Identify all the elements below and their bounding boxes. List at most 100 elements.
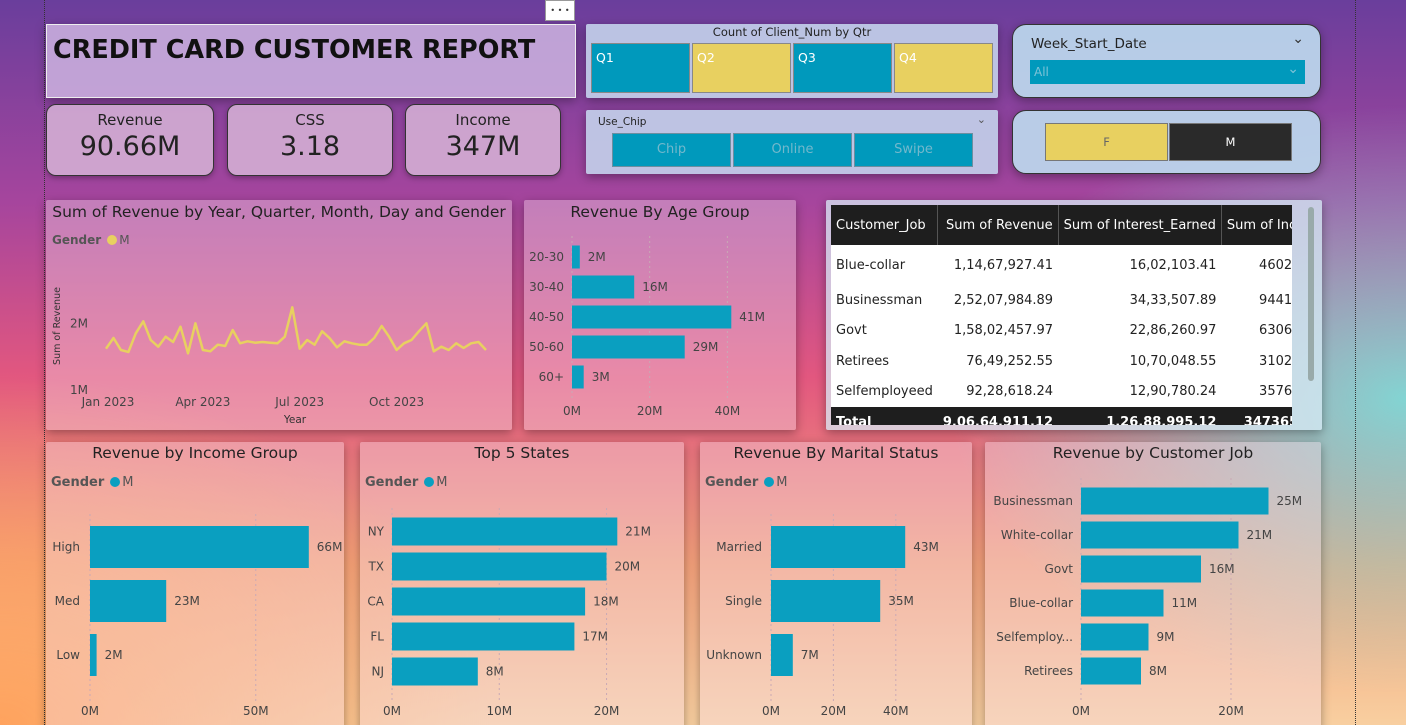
revenue-series-line xyxy=(104,306,487,355)
gender-button-f[interactable]: F xyxy=(1045,123,1168,161)
table-cell: 1,14,67,927.41 xyxy=(953,257,1054,273)
table-cell: Total xyxy=(836,414,872,426)
income-bar-plot: High 66M Med 23M Low 2M 0M 50M xyxy=(52,514,342,718)
left-guide-line xyxy=(44,0,45,725)
data-label: 21M xyxy=(625,525,651,539)
more-options-button[interactable]: • • • xyxy=(545,0,575,21)
table-cell: 94417652 xyxy=(1259,292,1292,308)
data-label: 9M xyxy=(1157,630,1175,644)
x-tick-label: 50M xyxy=(243,704,269,718)
custjob-bar-plot: Businessman 25M White-collar 21M Govt 16M Blue… xyxy=(993,478,1303,718)
table-cell: 63066674 xyxy=(1259,323,1292,339)
table-cell: 2,52,07,984.89 xyxy=(953,292,1054,308)
customer-job-chart[interactable]: Revenue by Customer Job Businessman 25M Wh… xyxy=(985,442,1321,725)
table-cell: 31022358 xyxy=(1259,353,1292,369)
qtr-button-q4[interactable]: Q4 xyxy=(894,43,993,93)
kpi-card-revenue: Revenue 90.66M xyxy=(46,104,214,176)
x-tick-label: 10M xyxy=(486,704,512,718)
qtr-button-q3[interactable]: Q3 xyxy=(793,43,892,93)
table-cell: 347365143 xyxy=(1243,414,1292,426)
category-label: Single xyxy=(725,594,762,608)
category-label: NY xyxy=(368,525,385,539)
table-cell: Blue-collar xyxy=(836,257,906,273)
revenue-line-chart[interactable]: Sum of Revenue by Year, Quarter, Month, … xyxy=(46,200,512,430)
kpi-label: Income xyxy=(455,111,511,129)
bar xyxy=(90,634,97,676)
column-header: Customer_Job xyxy=(831,205,939,245)
table-cell: Selfemployeed xyxy=(836,384,933,400)
data-label: 25M xyxy=(1277,494,1303,508)
data-label: 21M xyxy=(1247,528,1273,542)
table-cell: 10,70,048.55 xyxy=(1129,353,1217,369)
report-title-card[interactable]: CREDIT CARD CUSTOMER REPORT xyxy=(46,24,576,98)
table-cell: Businessman xyxy=(836,292,923,308)
x-tick-label: Oct 2023 xyxy=(369,395,424,409)
data-label: 43M xyxy=(913,540,939,554)
bar xyxy=(392,552,607,581)
table-cell: 76,49,252.55 xyxy=(966,353,1054,369)
bar xyxy=(90,580,167,622)
use-chip-button-swipe[interactable]: Swipe xyxy=(854,133,973,167)
data-label: 11M xyxy=(1172,596,1198,610)
data-label: 2M xyxy=(105,648,123,662)
x-tick-label: 20M xyxy=(1218,704,1244,718)
bar xyxy=(771,634,793,676)
category-label: 30-40 xyxy=(529,280,564,294)
category-label: White-collar xyxy=(1001,528,1073,542)
bar xyxy=(572,245,580,269)
category-label: TX xyxy=(367,560,384,574)
bar xyxy=(392,517,618,546)
chevron-down-icon[interactable]: ⌄ xyxy=(977,113,986,126)
x-tick-label: 0M xyxy=(1072,704,1090,718)
age-group-chart[interactable]: Revenue By Age Group 20-30 2M 30-40 16M 40-5… xyxy=(524,200,796,430)
week-slicer-title: Week_Start_Date xyxy=(1031,36,1147,52)
category-label: Low xyxy=(56,648,80,662)
gender-button-m[interactable]: M xyxy=(1169,123,1292,161)
x-tick-label: 20M xyxy=(637,404,663,418)
table-cell: Retirees xyxy=(836,353,889,369)
category-label: Blue-collar xyxy=(1009,596,1073,610)
category-label: Govt xyxy=(1045,562,1074,576)
right-guide-line xyxy=(1355,0,1356,725)
x-tick-label: Jan 2023 xyxy=(81,395,135,409)
x-tick-label: 20M xyxy=(821,704,847,718)
table-row: Govt 1,58,02,457.97 22,86,260.97 63066674 xyxy=(831,315,1292,346)
week-start-slicer: Week_Start_Date ⌄ All ⌄ xyxy=(1012,24,1321,98)
use-chip-button-online[interactable]: Online xyxy=(733,133,852,167)
column-header: Sum of Interest_Earned xyxy=(1058,205,1222,245)
qtr-button-row: Q1 Q2 Q3 Q4 xyxy=(591,43,993,93)
table-cell: 22,86,260.97 xyxy=(1129,323,1217,339)
week-dropdown[interactable]: All ⌄ xyxy=(1030,60,1305,84)
qtr-button-q2[interactable]: Q2 xyxy=(692,43,791,93)
table-header-row: Customer_Job Sum of Revenue Sum of Interes… xyxy=(831,205,1292,245)
qtr-slicer: Count of Client_Num by Qtr Q1 Q2 Q3 Q4 xyxy=(586,24,998,98)
bar xyxy=(572,275,635,299)
y-axis-title: Sum of Revenue xyxy=(52,287,63,365)
income-group-chart[interactable]: Revenue by Income Group Gender M High 66M M… xyxy=(46,442,344,725)
bar xyxy=(1081,623,1149,651)
use-chip-title: Use_Chip xyxy=(598,116,647,128)
states-bar-plot: NY 21M TX 20M CA 18M FL 17M NJ 8M 0M 10M 20M xyxy=(367,508,651,718)
line-chart-plot: 1M2MJan 2023 Apr 2023 Jul 2023 Oct 2023Year… xyxy=(52,287,487,426)
use-chip-button-chip[interactable]: Chip xyxy=(612,133,731,167)
marital-status-chart[interactable]: Revenue By Marital Status Gender M Marrie… xyxy=(700,442,972,725)
customer-job-table: Customer_Job Sum of Revenue Sum of Interes… xyxy=(831,205,1292,425)
category-label: NJ xyxy=(371,665,384,679)
category-label: CA xyxy=(367,595,384,609)
table-cell: 46021183 xyxy=(1259,257,1292,273)
table-row: Retirees 76,49,252.55 10,70,048.55 31022358 xyxy=(831,346,1292,377)
data-label: 20M xyxy=(615,560,641,574)
qtr-slicer-title: Count of Client_Num by Qtr xyxy=(712,25,872,39)
bar xyxy=(392,587,586,616)
kpi-label: CSS xyxy=(295,111,325,129)
kpi-value: 347M xyxy=(445,131,521,162)
chevron-down-icon[interactable]: ⌄ xyxy=(1292,31,1304,47)
x-tick-label: Apr 2023 xyxy=(175,395,230,409)
marital-bar-plot: Married 43M Single 35M Unknown 7M 0M 20M 40M xyxy=(706,514,939,718)
data-label: 8M xyxy=(486,665,504,679)
table-scrollbar[interactable] xyxy=(1308,207,1314,381)
category-label: 40-50 xyxy=(529,310,564,324)
qtr-button-q1[interactable]: Q1 xyxy=(591,43,690,93)
top-states-chart[interactable]: Top 5 States Gender M NY 21M TX 20M CA 18M FL 17… xyxy=(360,442,684,725)
x-tick-label: 0M xyxy=(383,704,401,718)
